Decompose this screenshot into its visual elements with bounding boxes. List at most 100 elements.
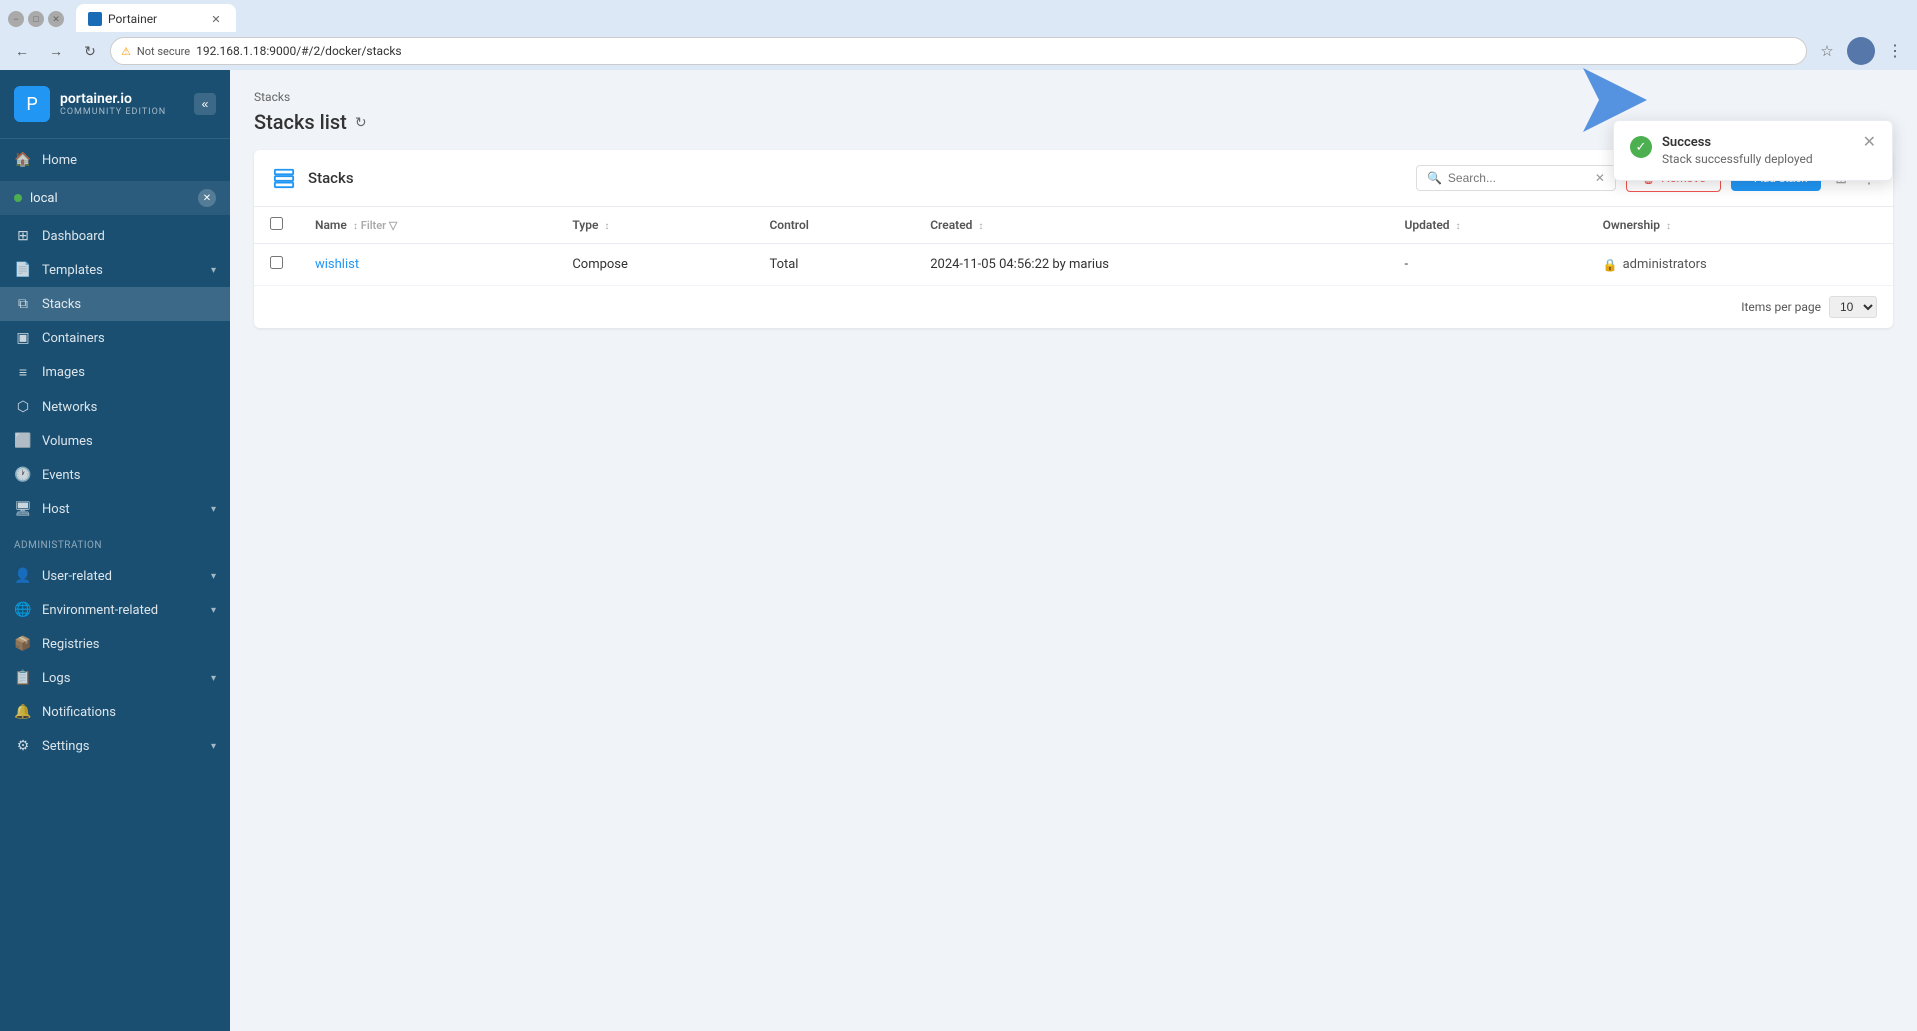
home-icon: 🏠 bbox=[14, 152, 32, 168]
browser-chrome: − □ ✕ Portainer ✕ ← → ↻ ⚠ Not secure 192… bbox=[0, 0, 1917, 70]
ownership-value: administrators bbox=[1623, 257, 1707, 272]
main-content: Stacks Stacks list ↻ Stacks 🔍 ✕ bbox=[230, 70, 1917, 1031]
notifications-icon: 🔔 bbox=[14, 704, 32, 720]
filter-button[interactable]: Filter ▽ bbox=[361, 219, 398, 232]
sidebar-item-templates[interactable]: 📄 Templates ▾ bbox=[0, 253, 230, 287]
type-header: Type ↕ bbox=[556, 207, 753, 244]
browser-window-controls: − □ ✕ bbox=[8, 11, 64, 27]
admin-section-label: Administration bbox=[0, 530, 230, 555]
ownership-sort-icon[interactable]: ↕ bbox=[1666, 221, 1671, 232]
toast-title: Success bbox=[1662, 135, 1853, 150]
url-text: 192.168.1.18:9000/#/2/docker/stacks bbox=[196, 44, 1796, 58]
chevron-down-icon: ▾ bbox=[211, 605, 216, 616]
dashboard-icon: ⊞ bbox=[14, 228, 32, 244]
browser-menu-button[interactable]: ⋮ bbox=[1881, 37, 1909, 65]
chevron-down-icon: ▾ bbox=[211, 741, 216, 752]
sidebar-item-user-related[interactable]: 👤 User-related ▾ bbox=[0, 559, 230, 593]
name-sort-icon[interactable]: ↕ bbox=[353, 221, 358, 232]
sidebar-item-containers[interactable]: ▣ Containers bbox=[0, 321, 230, 355]
sidebar-collapse-button[interactable]: « bbox=[194, 93, 216, 115]
restore-button[interactable]: □ bbox=[28, 11, 44, 27]
sidebar-item-events[interactable]: 🕐 Events bbox=[0, 458, 230, 492]
select-all-header bbox=[254, 207, 299, 244]
sidebar-admin-section: 👤 User-related ▾ 🌐 Environment-related ▾… bbox=[0, 555, 230, 767]
row-checkbox-cell bbox=[254, 244, 299, 286]
tab-favicon bbox=[88, 12, 102, 26]
host-icon: 🖥 bbox=[14, 501, 32, 517]
env-close-button[interactable]: ✕ bbox=[198, 189, 216, 207]
refresh-button[interactable]: ↻ bbox=[355, 114, 367, 131]
forward-button[interactable]: → bbox=[42, 37, 70, 65]
stack-name-link[interactable]: wishlist bbox=[315, 257, 359, 272]
row-updated-cell: - bbox=[1388, 244, 1586, 286]
updated-sort-icon[interactable]: ↕ bbox=[1456, 221, 1461, 232]
logo-name: portainer.io bbox=[60, 91, 166, 108]
sidebar-item-settings[interactable]: ⚙ Settings ▾ bbox=[0, 729, 230, 763]
bookmark-button[interactable]: ☆ bbox=[1813, 37, 1841, 65]
per-page-select[interactable]: 10 25 50 bbox=[1829, 296, 1877, 318]
stacks-icon: ⧉ bbox=[14, 296, 32, 312]
logo-icon: P bbox=[14, 86, 50, 122]
sidebar-item-images[interactable]: ≡ Images bbox=[0, 355, 230, 390]
browser-tab[interactable]: Portainer ✕ bbox=[76, 4, 236, 34]
reload-button[interactable]: ↻ bbox=[76, 37, 104, 65]
sidebar-item-notifications[interactable]: 🔔 Notifications bbox=[0, 695, 230, 729]
browser-tabs: − □ ✕ Portainer ✕ bbox=[0, 0, 1917, 32]
created-sort-icon[interactable]: ↕ bbox=[978, 221, 983, 232]
search-box[interactable]: 🔍 ✕ bbox=[1416, 165, 1616, 191]
sidebar-item-label: Registries bbox=[42, 637, 216, 652]
sidebar-item-label: Logs bbox=[42, 671, 201, 686]
sidebar-item-stacks[interactable]: ⧉ Stacks bbox=[0, 287, 230, 321]
close-button[interactable]: ✕ bbox=[48, 11, 64, 27]
sidebar-item-networks[interactable]: ⬡ Networks bbox=[0, 390, 230, 424]
sidebar-item-label: Dashboard bbox=[42, 229, 216, 244]
sidebar-item-label: Home bbox=[42, 153, 216, 168]
sidebar-logo: P portainer.io COMMUNITY EDITION « bbox=[0, 70, 230, 139]
sidebar-item-dashboard[interactable]: ⊞ Dashboard bbox=[0, 219, 230, 253]
search-clear-button[interactable]: ✕ bbox=[1595, 171, 1605, 185]
containers-icon: ▣ bbox=[14, 330, 32, 346]
settings-icon: ⚙ bbox=[14, 738, 32, 754]
sidebar-item-environment-related[interactable]: 🌐 Environment-related ▾ bbox=[0, 593, 230, 627]
sidebar-item-home[interactable]: 🏠 Home bbox=[0, 143, 230, 177]
row-created-cell: 2024-11-05 04:56:22 by marius bbox=[914, 244, 1388, 286]
select-all-checkbox[interactable] bbox=[270, 217, 283, 230]
back-button[interactable]: ← bbox=[8, 37, 36, 65]
registries-icon: 📦 bbox=[14, 636, 32, 652]
tab-close-button[interactable]: ✕ bbox=[208, 11, 224, 27]
name-header: Name ↕ Filter ▽ bbox=[299, 207, 556, 244]
sidebar-item-logs[interactable]: 📋 Logs ▾ bbox=[0, 661, 230, 695]
sidebar-item-label: Volumes bbox=[42, 434, 216, 449]
toast-body: Success Stack successfully deployed bbox=[1662, 135, 1853, 166]
profile-button[interactable] bbox=[1847, 37, 1875, 65]
logo-sub: COMMUNITY EDITION bbox=[60, 107, 166, 117]
stacks-table: Name ↕ Filter ▽ Type ↕ Control bbox=[254, 207, 1893, 286]
table-row: wishlist Compose Total 2024-11-05 04:56:… bbox=[254, 244, 1893, 286]
sidebar-home-section: 🏠 Home bbox=[0, 139, 230, 181]
notification-toast: ✓ Success Stack successfully deployed ✕ bbox=[1613, 120, 1893, 181]
user-related-icon: 👤 bbox=[14, 568, 32, 584]
ownership-badge: 🔒 administrators bbox=[1603, 257, 1877, 272]
environment-icon: 🌐 bbox=[14, 602, 32, 618]
search-input[interactable] bbox=[1448, 171, 1589, 185]
sidebar-item-registries[interactable]: 📦 Registries bbox=[0, 627, 230, 661]
toast-message: Stack successfully deployed bbox=[1662, 152, 1853, 166]
sidebar-item-label: Templates bbox=[42, 263, 201, 278]
logo-text-group: portainer.io COMMUNITY EDITION bbox=[60, 91, 166, 118]
sidebar-item-label: Images bbox=[42, 365, 216, 380]
toast-close-button[interactable]: ✕ bbox=[1863, 135, 1876, 151]
networks-icon: ⬡ bbox=[14, 399, 32, 415]
row-checkbox[interactable] bbox=[270, 256, 283, 269]
ownership-header: Ownership ↕ bbox=[1587, 207, 1893, 244]
search-icon: 🔍 bbox=[1427, 171, 1442, 185]
ownership-icon: 🔒 bbox=[1603, 258, 1618, 272]
address-bar[interactable]: ⚠ Not secure 192.168.1.18:9000/#/2/docke… bbox=[110, 37, 1807, 65]
sidebar-item-volumes[interactable]: ⬜ Volumes bbox=[0, 424, 230, 458]
browser-toolbar: ← → ↻ ⚠ Not secure 192.168.1.18:9000/#/2… bbox=[0, 32, 1917, 70]
minimize-button[interactable]: − bbox=[8, 11, 24, 27]
type-sort-icon[interactable]: ↕ bbox=[604, 221, 609, 232]
security-icon: ⚠ bbox=[121, 45, 131, 58]
sidebar-item-host[interactable]: 🖥 Host ▾ bbox=[0, 492, 230, 526]
app-layout: P portainer.io COMMUNITY EDITION « 🏠 Hom… bbox=[0, 70, 1917, 1031]
images-icon: ≡ bbox=[14, 364, 32, 381]
